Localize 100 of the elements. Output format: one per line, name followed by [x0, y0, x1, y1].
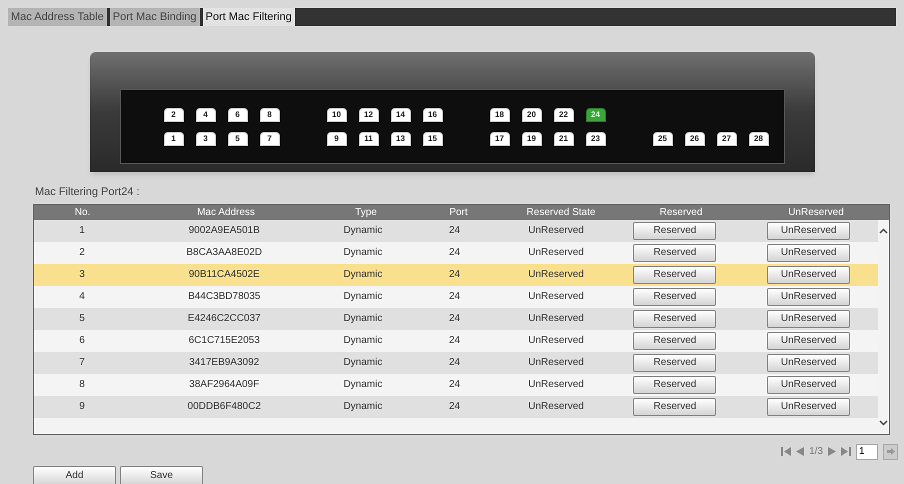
table-cell: UnReserved — [528, 291, 584, 302]
table-row[interactable]: 9 00DDB6F480C2 Dynamic 24 UnReserved Reserved UnReserved — [34, 396, 878, 418]
reserved-button[interactable]: Reserved — [633, 354, 716, 372]
column-header: Port — [449, 206, 468, 218]
table-row[interactable]: 8 38AF2964A09F Dynamic 24 UnReserved Reserved UnReserved — [34, 374, 878, 396]
table-cell: UnReserved — [528, 313, 584, 324]
table-cell: Dynamic — [343, 291, 382, 302]
port-icon[interactable]: 19 — [522, 132, 542, 146]
previous-page-icon[interactable] — [796, 447, 804, 456]
tab[interactable]: Mac Address Table — [8, 8, 110, 26]
port-icon[interactable]: 22 — [554, 108, 574, 122]
table-cell: Dynamic — [343, 225, 382, 236]
port-icon[interactable]: 4 — [196, 108, 216, 122]
tab[interactable]: Port Mac Filtering — [202, 8, 298, 26]
port-icon[interactable]: 26 — [684, 132, 704, 146]
table-cell: UnReserved — [528, 357, 584, 368]
reserved-button[interactable]: Reserved — [633, 266, 716, 284]
port-icon[interactable]: 14 — [390, 108, 410, 122]
table-cell: Dynamic — [343, 269, 382, 280]
port-icon[interactable]: 28 — [748, 132, 768, 146]
port-icon[interactable]: 23 — [586, 132, 606, 146]
table-cell: UnReserved — [528, 335, 584, 346]
port-icon[interactable]: 5 — [228, 132, 248, 146]
port-icon[interactable]: 15 — [422, 132, 442, 146]
reserved-button[interactable]: Reserved — [633, 222, 716, 240]
port-icon[interactable]: 1 — [164, 132, 184, 146]
reserved-button[interactable]: Reserved — [633, 310, 716, 328]
scroll-down-icon[interactable] — [879, 420, 888, 426]
reserved-button[interactable]: Reserved — [633, 288, 716, 306]
table-row[interactable]: 3 90B11CA4502E Dynamic 24 UnReserved Reserved UnReserved — [34, 264, 878, 286]
port-icon[interactable]: 6 — [228, 108, 248, 122]
table-cell: Dynamic — [343, 313, 382, 324]
unreserved-button[interactable]: UnReserved — [767, 288, 850, 306]
port-icon[interactable]: 13 — [390, 132, 410, 146]
table-cell: Dynamic — [343, 247, 382, 258]
table-cell: 24 — [448, 291, 460, 302]
port-icon[interactable]: 16 — [422, 108, 442, 122]
scroll-up-icon[interactable] — [879, 228, 888, 234]
port-icon[interactable]: 8 — [260, 108, 280, 122]
column-header: Mac Address — [197, 206, 255, 218]
reserved-button[interactable]: Reserved — [633, 244, 716, 262]
table-cell: 90B11CA4502E — [188, 269, 260, 280]
port-icon[interactable]: 17 — [490, 132, 510, 146]
table-cell: 24 — [448, 379, 460, 390]
table-cell: 24 — [448, 313, 460, 324]
table-cell: 24 — [448, 357, 460, 368]
port-icon[interactable]: 9 — [326, 132, 346, 146]
table-cell: Dynamic — [343, 401, 382, 412]
column-header: Type — [355, 206, 377, 218]
table-row[interactable]: 1 9002A9EA501B Dynamic 24 UnReserved Reserved UnReserved — [34, 220, 878, 242]
port-icon[interactable]: 3 — [196, 132, 216, 146]
table-row[interactable]: 7 3417EB9A3092 Dynamic 24 UnReserved Reserved UnReserved — [34, 352, 878, 374]
table-cell: Dynamic — [343, 357, 382, 368]
column-header: Reserved State — [526, 206, 596, 218]
port-icon[interactable]: 18 — [490, 108, 510, 122]
reserved-button[interactable]: Reserved — [633, 398, 716, 416]
unreserved-button[interactable]: UnReserved — [767, 354, 850, 372]
reserved-button[interactable]: Reserved — [633, 332, 716, 350]
go-button[interactable] — [883, 444, 898, 460]
table-cell: 7 — [79, 357, 85, 368]
table-cell: 00DDB6F480C2 — [188, 401, 261, 412]
unreserved-button[interactable]: UnReserved — [767, 266, 850, 284]
unreserved-button[interactable]: UnReserved — [767, 376, 850, 394]
table-cell: Dynamic — [343, 335, 382, 346]
action-button[interactable]: Add — [33, 466, 116, 484]
table-cell: 24 — [448, 335, 460, 346]
unreserved-button[interactable]: UnReserved — [767, 222, 850, 240]
table-cell: B44C3BD78035 — [188, 291, 260, 302]
table-cell: 24 — [448, 269, 460, 280]
reserved-button[interactable]: Reserved — [633, 376, 716, 394]
port-icon[interactable]: 25 — [652, 132, 672, 146]
arrow-right-icon — [886, 448, 894, 455]
table-row[interactable]: 4 B44C3BD78035 Dynamic 24 UnReserved Reserved UnReserved — [34, 286, 878, 308]
port-icon[interactable]: 11 — [358, 132, 378, 146]
next-page-icon[interactable] — [828, 447, 836, 456]
page-indicator: 1/3 — [809, 445, 823, 459]
first-page-icon[interactable] — [781, 447, 792, 456]
port-icon[interactable]: 21 — [554, 132, 574, 146]
unreserved-button[interactable]: UnReserved — [767, 398, 850, 416]
last-page-icon[interactable] — [841, 447, 851, 456]
page-input[interactable]: 1 — [856, 444, 878, 460]
table-row[interactable]: 2 B8CA3AA8E02D Dynamic 24 UnReserved Reserved UnReserved — [34, 242, 878, 264]
port-icon[interactable]: 12 — [358, 108, 378, 122]
port-icon[interactable]: 20 — [522, 108, 542, 122]
port-icon[interactable]: 2 — [164, 108, 184, 122]
table-cell: 3 — [79, 269, 85, 280]
port-icon[interactable]: 27 — [716, 132, 736, 146]
table-row[interactable]: 5 E4246C2CC037 Dynamic 24 UnReserved Reserved UnReserved — [34, 308, 878, 330]
table-cell: B8CA3AA8E02D — [186, 247, 262, 258]
port-icon[interactable]: 10 — [326, 108, 346, 122]
table-cell: UnReserved — [528, 379, 584, 390]
unreserved-button[interactable]: UnReserved — [767, 332, 850, 350]
section-title: Mac Filtering Port24 : — [35, 185, 141, 200]
action-button[interactable]: Save — [120, 466, 203, 484]
table-cell: 6C1C715E2053 — [188, 335, 260, 346]
unreserved-button[interactable]: UnReserved — [767, 310, 850, 328]
port-icon[interactable]: 7 — [260, 132, 280, 146]
unreserved-button[interactable]: UnReserved — [767, 244, 850, 262]
table-row[interactable]: 6 6C1C715E2053 Dynamic 24 UnReserved Reserved UnReserved — [34, 330, 878, 352]
tab[interactable]: Port Mac Binding — [110, 8, 203, 26]
